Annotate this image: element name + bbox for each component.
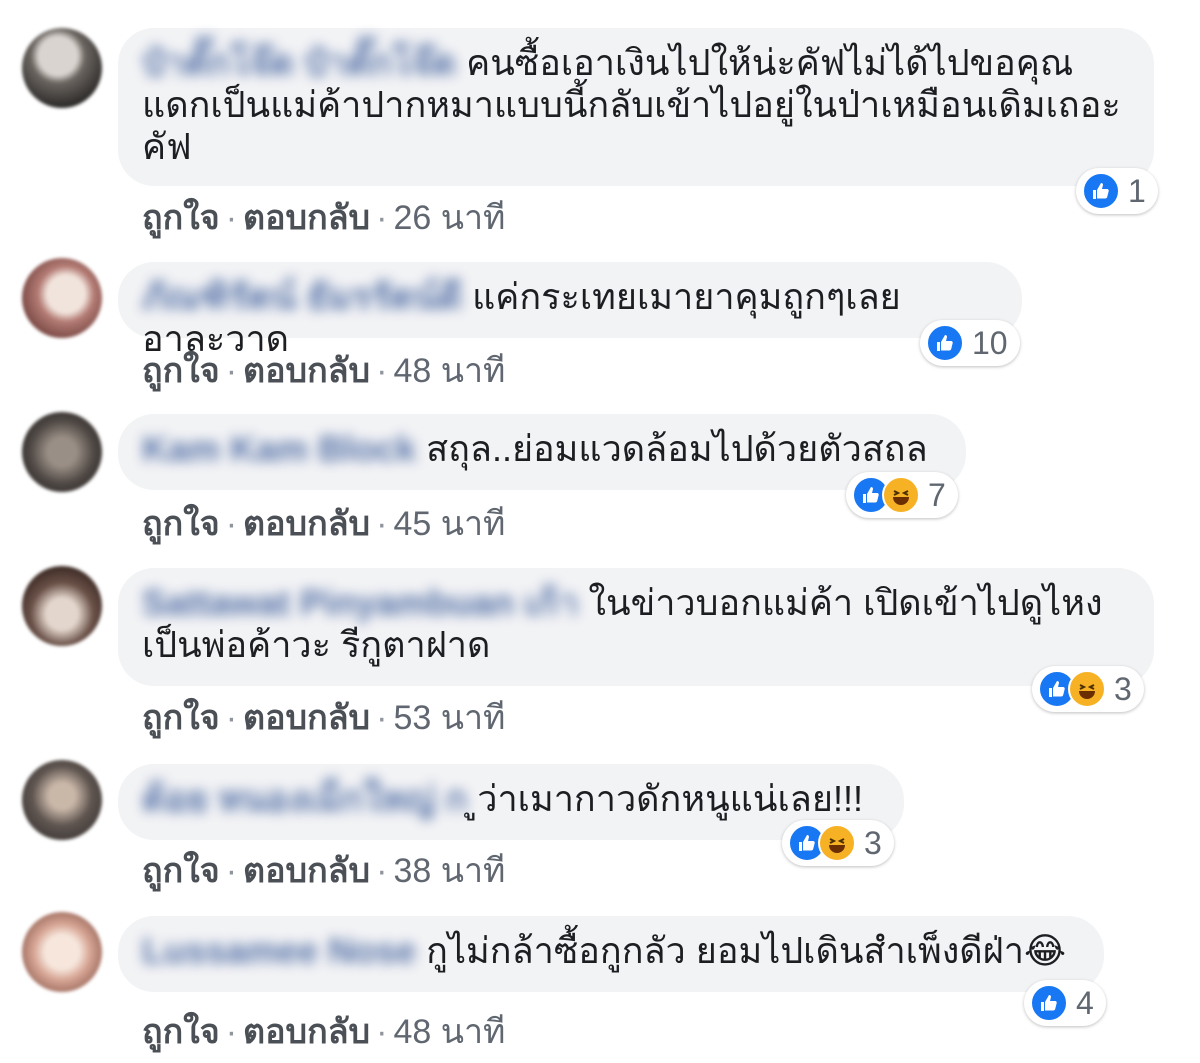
like-link[interactable]: ถูกใจ <box>142 352 220 390</box>
timestamp[interactable]: 45 นาที <box>393 505 505 543</box>
reply-link[interactable]: ตอบกลับ <box>243 1013 370 1051</box>
reaction-count: 3 <box>864 824 882 861</box>
avatar[interactable] <box>22 912 102 992</box>
separator: · <box>225 199 238 237</box>
separator: · <box>376 505 388 543</box>
comment-actions: ถูกใจ · ตอบกลับ · 53 นาที <box>142 690 505 744</box>
separator: · <box>225 852 238 890</box>
reply-link[interactable]: ตอบกลับ <box>243 852 370 890</box>
haha-icon <box>1068 670 1106 708</box>
avatar[interactable] <box>22 412 102 492</box>
timestamp[interactable]: 53 นาที <box>393 699 505 737</box>
comment-actions: ถูกใจ · ตอบกลับ · 26 นาที <box>142 190 505 244</box>
reaction-summary[interactable]: 10 <box>920 320 1020 366</box>
separator: · <box>376 852 388 890</box>
reaction-count: 4 <box>1076 984 1094 1021</box>
comment-text: สถุล..ย่อมแวดล้อมไปด้วยตัวสถล <box>426 428 928 469</box>
haha-icon <box>882 476 920 514</box>
reply-link[interactable]: ตอบกลับ <box>243 699 370 737</box>
reply-link[interactable]: ตอบกลับ <box>243 352 370 390</box>
avatar[interactable] <box>22 566 102 646</box>
comment-bubble: ป๋าตั๊กโจ๊ด ป๋าตั๊กโจ๊ด คนซื้อเอาเงินไปให… <box>118 28 1154 186</box>
comment-text: กูไม่กล้าซื้อกูกลัว ยอมไปเดินสำเพ็งดีฝ่า… <box>426 930 1067 971</box>
comment-author[interactable]: ป๋าตั๊กโจ๊ด ป๋าตั๊กโจ๊ด <box>142 42 456 84</box>
comment-bubble: Lussamee Nose กูไม่กล้าซื้อกูกลัว ยอมไปเด… <box>118 916 1104 992</box>
comment-bubble: ภัณฑิรัตน์ ธัมรรัตน์ดี แค่กระเทยเมายาคุมถ… <box>118 262 1022 359</box>
like-icon <box>1082 172 1120 210</box>
timestamp[interactable]: 38 นาที <box>393 852 505 890</box>
comment-author[interactable]: Lussamee Nose <box>142 930 416 972</box>
like-link[interactable]: ถูกใจ <box>142 1013 220 1051</box>
like-link[interactable]: ถูกใจ <box>142 699 220 737</box>
comment-bubble: Kam Kam Block สถุล..ย่อมแวดล้อมไปด้วยตัวส… <box>118 414 966 490</box>
like-link[interactable]: ถูกใจ <box>142 199 220 237</box>
comment-actions: ถูกใจ · ตอบกลับ · 38 นาที <box>142 843 505 897</box>
reaction-summary[interactable]: 1 <box>1076 168 1158 214</box>
reaction-summary[interactable]: 7 <box>846 472 958 518</box>
avatar[interactable] <box>22 28 102 108</box>
comment-author[interactable]: Sattawat Pinyambuan เก้า <box>142 582 578 624</box>
avatar[interactable] <box>22 258 102 338</box>
timestamp[interactable]: 48 นาที <box>393 1013 505 1051</box>
reaction-count: 7 <box>928 476 946 513</box>
separator: · <box>225 699 238 737</box>
separator: · <box>225 352 238 390</box>
reaction-count: 1 <box>1128 172 1146 209</box>
like-link[interactable]: ถูกใจ <box>142 852 220 890</box>
comment-bubble: Sattawat Pinyambuan เก้า ในข่าวบอกแม่ค้า … <box>118 568 1154 686</box>
haha-icon <box>818 824 856 862</box>
reaction-count: 3 <box>1114 670 1132 707</box>
separator: · <box>376 699 388 737</box>
reaction-count: 10 <box>972 324 1008 361</box>
avatar[interactable] <box>22 760 102 840</box>
reaction-summary[interactable]: 3 <box>1032 666 1144 712</box>
like-icon <box>1030 984 1068 1022</box>
timestamp[interactable]: 48 นาที <box>393 352 505 390</box>
separator: · <box>376 199 388 237</box>
separator: · <box>376 1013 388 1051</box>
separator: · <box>225 505 238 543</box>
comment-author[interactable]: Kam Kam Block <box>142 428 416 470</box>
comment-actions: ถูกใจ · ตอบกลับ · 48 นาที <box>142 1004 505 1058</box>
like-link[interactable]: ถูกใจ <box>142 505 220 543</box>
reply-link[interactable]: ตอบกลับ <box>243 505 370 543</box>
separator: · <box>225 1013 238 1051</box>
reaction-summary[interactable]: 3 <box>782 820 894 866</box>
comment-text: ูว่าเมากาวดักหนูแน่เลย!!! <box>477 778 863 819</box>
reaction-summary[interactable]: 4 <box>1024 980 1106 1026</box>
comment-actions: ถูกใจ · ตอบกลับ · 45 นาที <box>142 496 505 550</box>
comment-actions: ถูกใจ · ตอบกลับ · 48 นาที <box>142 343 505 397</box>
comment-author[interactable]: ต้อย หนองเม็กใหญ่ ก <box>142 778 467 820</box>
reply-link[interactable]: ตอบกลับ <box>243 199 370 237</box>
timestamp[interactable]: 26 นาที <box>393 199 505 237</box>
separator: · <box>376 352 388 390</box>
like-icon <box>926 324 964 362</box>
comment-author[interactable]: ภัณฑิรัตน์ ธัมรรัตน์ดี <box>142 276 462 318</box>
